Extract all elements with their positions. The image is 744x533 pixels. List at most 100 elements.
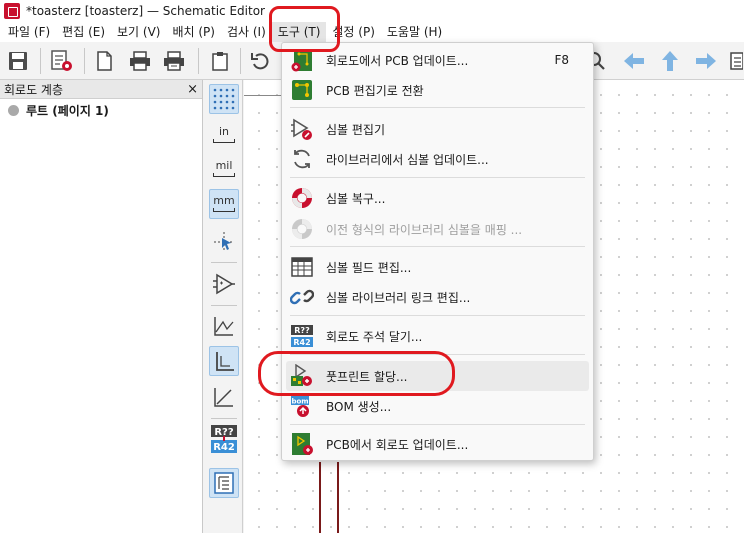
navigate-forward-button[interactable]: [692, 47, 720, 75]
window-title: *toasterz [toasterz] — Schematic Editor: [26, 4, 265, 18]
annotate-icon: R?? R42: [211, 425, 237, 453]
menu-item-label: 심볼 필드 편집...: [326, 260, 412, 275]
rescue-lifebuoy-disabled-icon: [292, 219, 312, 239]
symbol-editor-icon: [291, 118, 312, 140]
save-icon: [9, 52, 27, 70]
kicad-app-icon: [4, 3, 20, 19]
undo-button[interactable]: [246, 47, 274, 75]
hierarchy-navigator-button[interactable]: [726, 47, 744, 75]
menu-item-label: 심볼 편집기: [326, 122, 386, 137]
shortcut-label: F8: [554, 53, 569, 67]
svg-text:bom: bom: [291, 398, 308, 406]
menu-item-label: BOM 생성...: [326, 399, 392, 414]
page-icon: [97, 51, 112, 71]
menu-edit[interactable]: 편집 (E): [56, 22, 111, 42]
menu-item-rescue-symbols[interactable]: 심볼 복구...: [282, 183, 593, 213]
menu-bar: 파일 (F) 편집 (E) 보기 (V) 배치 (P) 검사 (I) 도구 (T…: [0, 22, 744, 42]
plot-button[interactable]: [160, 47, 188, 75]
schematic-setup-icon: [51, 50, 72, 71]
svg-text:R42: R42: [293, 338, 310, 347]
menu-view[interactable]: 보기 (V): [111, 22, 166, 42]
menu-item-annotate-schematic[interactable]: R?? R42 회로도 주석 달기...: [282, 321, 593, 351]
print-icon: [130, 51, 150, 71]
line-mode-free-button[interactable]: [209, 311, 239, 341]
line-mode-90-button[interactable]: [209, 346, 239, 376]
close-icon[interactable]: ×: [187, 82, 198, 97]
arrow-left-icon: [624, 53, 644, 69]
undo-icon: [251, 53, 269, 70]
sheet-border-line: [244, 95, 284, 96]
chain-link-icon: [290, 289, 314, 305]
menu-inspect[interactable]: 검사 (I): [221, 22, 272, 42]
annotate-icon: R?? R42: [291, 325, 313, 347]
navigate-up-button[interactable]: [656, 47, 684, 75]
schematic-wire: [337, 462, 339, 533]
line-mode-45-button[interactable]: [209, 382, 239, 412]
panel-title: 회로도 계층: [4, 82, 64, 97]
menu-item-symbol-editor[interactable]: 심볼 편집기: [282, 114, 593, 144]
mm-icon: mm: [213, 195, 235, 212]
cursor-crosshair-button[interactable]: [209, 227, 239, 257]
units-mils-button[interactable]: mil: [209, 154, 239, 184]
units-inches-button[interactable]: in: [209, 120, 239, 150]
menu-item-label: 회로도 주석 달기...: [326, 329, 423, 344]
hierarchy-root-item[interactable]: 루트 (페이지 1): [0, 99, 202, 121]
navigate-back-button[interactable]: [620, 47, 648, 75]
menu-item-label: 심볼 복구...: [326, 191, 386, 206]
panel-header: 회로도 계층 ×: [0, 80, 202, 99]
pcb-editor-icon: [292, 80, 312, 100]
left-toolbar: in mil mm R?? R42: [203, 80, 243, 533]
pin-electrical-type-button[interactable]: [209, 269, 239, 299]
orthogonal-line-icon: [216, 352, 234, 371]
save-button[interactable]: [4, 47, 32, 75]
hierarchy-navigator-toggle-button[interactable]: [209, 468, 239, 498]
menu-file[interactable]: 파일 (F): [2, 22, 56, 42]
menu-item-label: PCB에서 회로도 업데이트...: [326, 437, 469, 452]
toggle-grid-button[interactable]: [209, 84, 239, 114]
update-schematic-icon: [292, 433, 313, 455]
free-angle-line-icon: [214, 317, 234, 336]
bom-icon: bom: [291, 396, 309, 417]
hierarchy-panel-icon: [214, 472, 234, 494]
schematic-editor-window: *toasterz [toasterz] — Schematic Editor …: [0, 0, 744, 533]
title-bar: *toasterz [toasterz] — Schematic Editor: [0, 0, 744, 22]
table-grid-icon: [291, 257, 313, 277]
cursor-crosshair-icon: [214, 232, 234, 252]
pin-type-icon: [213, 273, 235, 295]
svg-text:R??: R??: [294, 326, 310, 335]
menu-item-switch-to-pcb-editor[interactable]: PCB 편집기로 전환: [282, 75, 593, 105]
sheet-dot-icon: [8, 104, 19, 116]
paste-button[interactable]: [206, 47, 234, 75]
menu-item-update-schematic-from-pcb[interactable]: PCB에서 회로도 업데이트...: [282, 429, 593, 459]
arrow-right-icon: [696, 53, 716, 69]
arrow-up-icon: [662, 51, 678, 71]
print-button[interactable]: [126, 47, 154, 75]
refresh-icon: [294, 149, 310, 169]
menu-item-edit-symbol-fields[interactable]: 심볼 필드 편집...: [282, 252, 593, 282]
rescue-lifebuoy-icon: [292, 188, 312, 208]
mils-icon: mil: [213, 160, 235, 177]
menu-item-label: 심볼 라이브러리 링크 편집...: [326, 290, 471, 305]
svg-text:R42: R42: [213, 442, 235, 453]
units-mm-button[interactable]: mm: [209, 189, 239, 219]
plot-icon: [164, 51, 184, 71]
highlight-assign-footprints: [258, 351, 455, 396]
menu-item-edit-symbol-library-links[interactable]: 심볼 라이브러리 링크 편집...: [282, 282, 593, 312]
menu-place[interactable]: 배치 (P): [166, 22, 221, 42]
tools-menu-dropdown: 회로도에서 PCB 업데이트... F8 PCB 편집기로 전환 심볼 편집기: [281, 42, 594, 461]
menu-help[interactable]: 도움말 (H): [381, 22, 448, 42]
schematic-setup-button[interactable]: [48, 47, 76, 75]
hierarchy-icon: [730, 52, 743, 70]
schematic-hierarchy-panel: 회로도 계층 × 루트 (페이지 1): [0, 80, 203, 533]
menu-item-update-symbols-from-library[interactable]: 라이브러리에서 심볼 업데이트...: [282, 144, 593, 174]
grid-icon: [213, 88, 235, 110]
menu-item-remap-legacy-symbols: 이전 형식의 라이브러리 심볼을 매핑 ...: [282, 214, 593, 244]
menu-item-label: 이전 형식의 라이브러리 심볼을 매핑 ...: [326, 222, 523, 237]
clipboard-icon: [212, 52, 228, 71]
diagonal-line-icon: [214, 388, 233, 407]
highlight-tools-menu: [269, 6, 340, 52]
menu-item-label: PCB 편집기로 전환: [326, 83, 424, 98]
hierarchy-root-label: 루트 (페이지 1): [26, 103, 109, 118]
annotate-button[interactable]: R?? R42: [209, 424, 239, 454]
page-settings-button[interactable]: [90, 47, 118, 75]
